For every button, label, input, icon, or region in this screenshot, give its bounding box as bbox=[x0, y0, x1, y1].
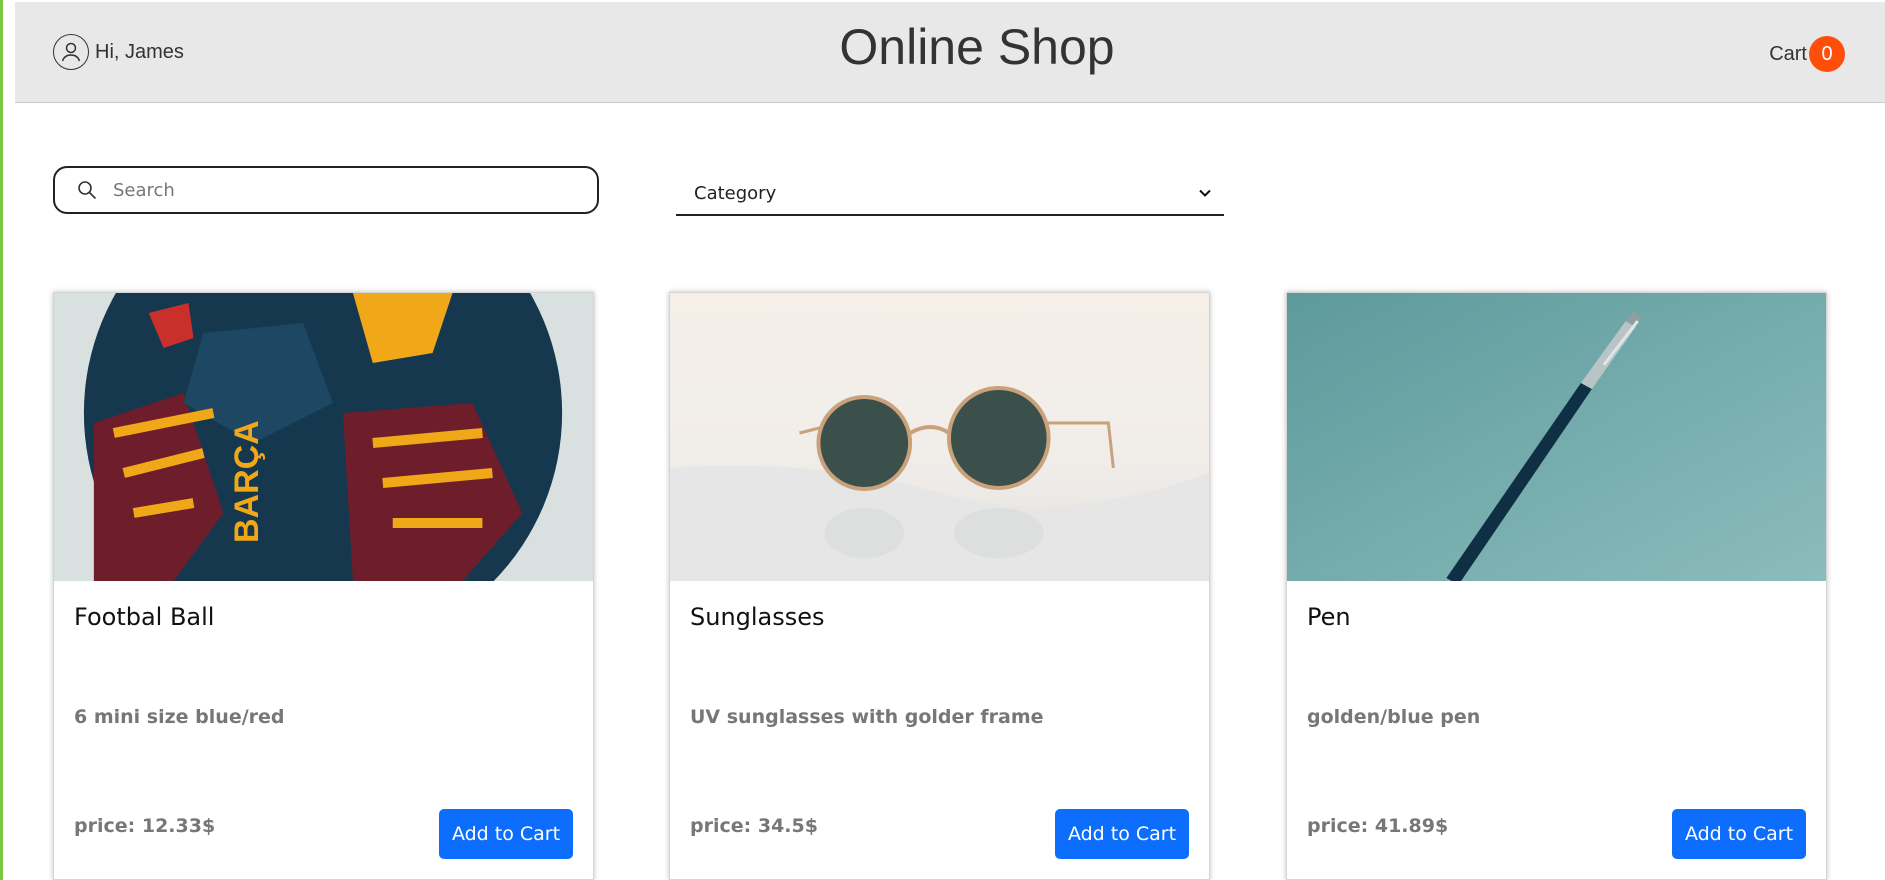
cart-label: Cart bbox=[1769, 42, 1807, 65]
add-to-cart-button[interactable]: Add to Cart bbox=[1055, 809, 1189, 859]
product-name: Sunglasses bbox=[690, 603, 825, 631]
svg-text:BARÇA: BARÇA bbox=[228, 420, 266, 543]
chevron-down-icon bbox=[1199, 189, 1211, 197]
cart-count-badge: 0 bbox=[1809, 36, 1845, 72]
category-select[interactable]: Category bbox=[676, 172, 1224, 216]
product-name: Pen bbox=[1307, 603, 1351, 631]
football-image: BARÇA bbox=[54, 293, 593, 581]
page-title: Online Shop bbox=[839, 19, 1115, 75]
product-card: Sunglasses UV sunglasses with golder fra… bbox=[669, 292, 1210, 880]
add-to-cart-button[interactable]: Add to Cart bbox=[1672, 809, 1806, 859]
product-price: price: 12.33$ bbox=[74, 815, 216, 837]
header-bar: Hi, James Online Shop Cart 0 bbox=[15, 2, 1885, 103]
category-selected-value: Category bbox=[694, 182, 777, 204]
product-price: price: 41.89$ bbox=[1307, 815, 1449, 837]
search-box[interactable] bbox=[53, 166, 599, 214]
product-description: UV sunglasses with golder frame bbox=[690, 706, 1044, 728]
cart-button[interactable]: Cart 0 bbox=[1769, 36, 1845, 72]
left-edge-bar bbox=[0, 0, 3, 880]
product-price: price: 34.5$ bbox=[690, 815, 818, 837]
product-name: Footbal Ball bbox=[74, 603, 215, 631]
pen-image bbox=[1287, 293, 1826, 581]
search-input[interactable] bbox=[111, 178, 575, 202]
add-to-cart-button[interactable]: Add to Cart bbox=[439, 809, 573, 859]
product-description: 6 mini size blue/red bbox=[74, 706, 285, 728]
product-card: Pen golden/blue pen price: 41.89$ Add to… bbox=[1286, 292, 1827, 880]
product-description: golden/blue pen bbox=[1307, 706, 1481, 728]
product-card: BARÇA Footbal Ball 6 mini size blue/red … bbox=[53, 292, 594, 880]
sunglasses-image bbox=[670, 293, 1209, 581]
search-icon bbox=[78, 181, 96, 199]
